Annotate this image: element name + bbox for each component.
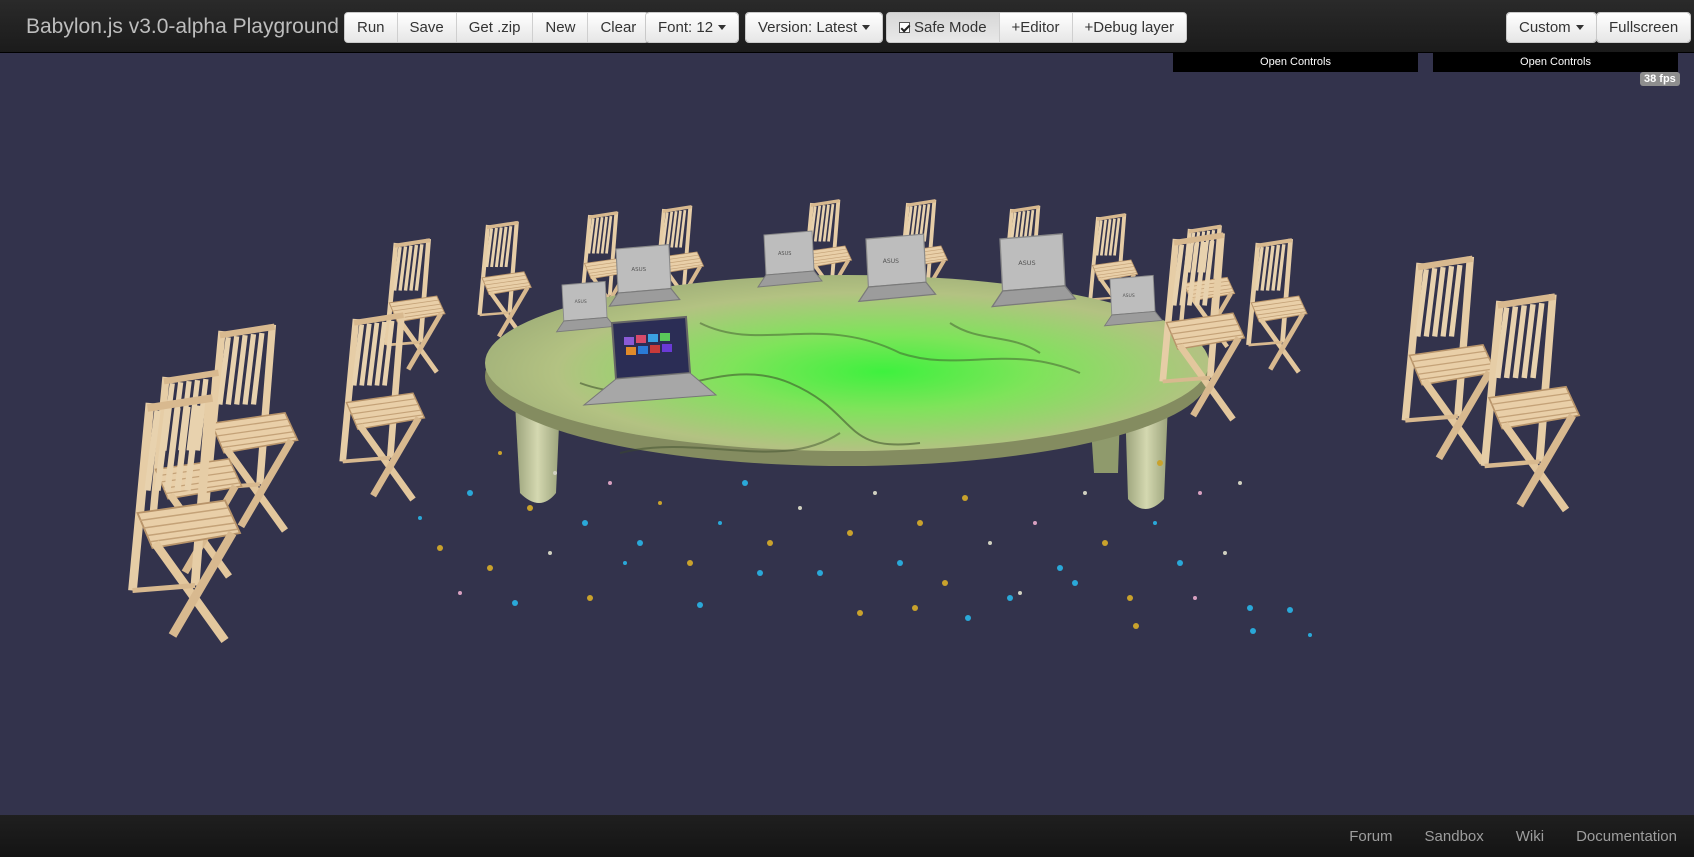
font-size-dropdown[interactable]: Font: 12	[646, 13, 739, 42]
file-actions-group: Run Save Get .zip New Clear	[344, 12, 650, 43]
get-zip-button[interactable]: Get .zip	[456, 13, 534, 42]
font-dropdown-group: Font: 12	[645, 12, 740, 43]
caret-down-icon	[718, 25, 727, 30]
clear-button[interactable]: Clear	[588, 13, 649, 42]
custom-label: Custom	[1519, 19, 1571, 36]
custom-dropdown-group: Custom	[1506, 12, 1597, 43]
new-button[interactable]: New	[533, 13, 589, 42]
options-group: Safe Mode +Editor +Debug layer	[886, 12, 1188, 43]
footer: Forum Sandbox Wiki Documentation	[0, 815, 1694, 857]
checkbox-checked-icon[interactable]	[899, 22, 910, 33]
safe-mode-label: Safe Mode	[914, 19, 987, 36]
safe-mode-toggle[interactable]: Safe Mode	[887, 13, 1000, 42]
open-controls-right[interactable]: Open Controls	[1433, 53, 1678, 72]
font-size-label: Font: 12	[658, 19, 714, 36]
editor-toggle-button[interactable]: +Editor	[999, 13, 1073, 42]
fullscreen-button[interactable]: Fullscreen	[1597, 13, 1691, 42]
documentation-link[interactable]: Documentation	[1576, 828, 1677, 845]
caret-down-icon	[862, 25, 871, 30]
version-label: Version: Latest	[758, 19, 858, 36]
forum-link[interactable]: Forum	[1349, 828, 1392, 845]
version-dropdown[interactable]: Version: Latest	[746, 13, 883, 42]
caret-down-icon	[1575, 25, 1584, 30]
run-button[interactable]: Run	[345, 13, 398, 42]
debug-layer-button[interactable]: +Debug layer	[1072, 13, 1187, 42]
wiki-link[interactable]: Wiki	[1516, 828, 1544, 845]
fps-counter: 38 fps	[1640, 72, 1680, 86]
app-title: Babylon.js v3.0-alpha Playground	[26, 15, 339, 38]
3d-scene[interactable]: ASUS	[0, 53, 1694, 815]
top-navbar: Babylon.js v3.0-alpha Playground Run Sav…	[0, 0, 1694, 53]
custom-dropdown[interactable]: Custom	[1507, 13, 1596, 42]
open-controls-left[interactable]: Open Controls	[1173, 53, 1418, 72]
fullscreen-group: Fullscreen	[1596, 12, 1692, 43]
version-dropdown-group: Version: Latest	[745, 12, 884, 43]
render-canvas[interactable]: ASUS Open Controls Open Controls 38 fps	[0, 53, 1694, 815]
sandbox-link[interactable]: Sandbox	[1425, 828, 1484, 845]
save-button[interactable]: Save	[397, 13, 457, 42]
footer-links: Forum Sandbox Wiki Documentation	[1349, 828, 1677, 845]
